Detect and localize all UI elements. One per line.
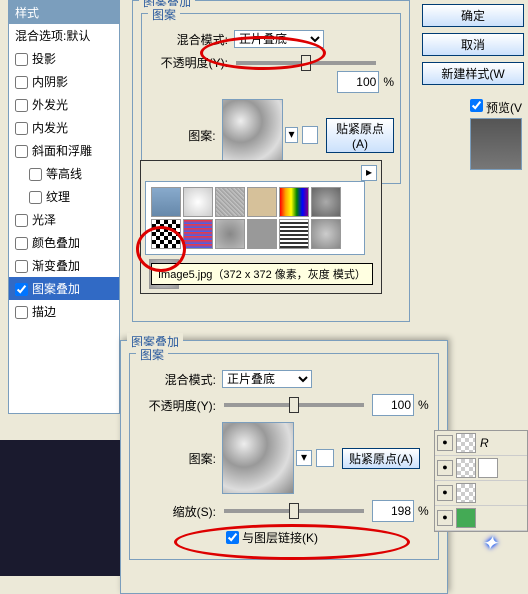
cb-outerglow[interactable] <box>15 99 28 112</box>
swatch-item[interactable] <box>247 219 277 249</box>
picker-arrow-icon[interactable]: ▾ <box>285 127 299 143</box>
style-satin[interactable]: 光泽 <box>9 208 119 231</box>
style-contour[interactable]: 等高线 <box>9 162 119 185</box>
opacity-label: 不透明度(Y): <box>148 54 228 71</box>
swatch-item[interactable] <box>215 187 245 217</box>
swatch-item[interactable] <box>183 219 213 249</box>
style-innershadow[interactable]: 内阴影 <box>9 70 119 93</box>
layer-thumb <box>456 508 476 528</box>
canvas-dark <box>0 440 120 576</box>
dialog-buttons: 确定 取消 新建样式(W <box>422 4 524 85</box>
mask-thumb <box>478 458 498 478</box>
styles-sidebar: 样式 混合选项:默认 投影 内阴影 外发光 内发光 斜面和浮雕 等高线 纹理 光… <box>8 0 120 414</box>
pattern-overlay-panel-2: 图案叠加 图案 混合模式:正片叠底 不透明度(Y):% 图案: ▾ 贴紧原点(A… <box>120 340 448 594</box>
style-outerglow[interactable]: 外发光 <box>9 93 119 116</box>
snap-origin-button[interactable]: 贴紧原点(A) <box>326 118 394 153</box>
cb-gradientoverlay[interactable] <box>15 260 28 273</box>
style-texture[interactable]: 纹理 <box>9 185 119 208</box>
popup-menu-icon[interactable]: ▸ <box>361 165 377 181</box>
swatch-item[interactable] <box>183 187 213 217</box>
cb-innershadow[interactable] <box>15 76 28 89</box>
layer-row[interactable]: ● <box>435 506 527 531</box>
swatch-item[interactable] <box>311 219 341 249</box>
watermark-logo: ✦ <box>481 531 498 556</box>
layer-thumb <box>456 433 476 453</box>
opacity-slider[interactable] <box>236 61 376 65</box>
cb-preview[interactable] <box>470 99 483 112</box>
swatch-item[interactable] <box>311 187 341 217</box>
panel2-subtitle: 图案 <box>136 346 168 363</box>
swatch-item[interactable] <box>151 219 181 249</box>
scale-slider[interactable] <box>224 509 364 513</box>
swatch-item[interactable] <box>279 219 309 249</box>
style-patternoverlay[interactable]: 图案叠加 <box>9 277 119 300</box>
layer-row[interactable]: ●R <box>435 431 527 456</box>
preview-box <box>470 118 522 170</box>
blend-label: 混合模式: <box>148 31 228 48</box>
layer-thumb <box>456 483 476 503</box>
style-bevel[interactable]: 斜面和浮雕 <box>9 139 119 162</box>
sidebar-header: 样式 <box>9 1 119 24</box>
style-coloroverlay[interactable]: 颜色叠加 <box>9 231 119 254</box>
new-pattern-icon[interactable] <box>302 126 318 144</box>
visibility-icon[interactable]: ● <box>437 460 453 476</box>
opacity-input-2[interactable] <box>372 394 414 416</box>
cb-bevel[interactable] <box>15 145 28 158</box>
style-innerglow[interactable]: 内发光 <box>9 116 119 139</box>
style-dropshadow[interactable]: 投影 <box>9 47 119 70</box>
pattern-label: 图案: <box>148 127 216 144</box>
visibility-icon[interactable]: ● <box>437 485 453 501</box>
pattern-picker-popup: ▸ Image5.jpg（372 x 372 像素，灰度 模式） <box>140 160 382 294</box>
swatch-item[interactable] <box>279 187 309 217</box>
new-pattern-icon-2[interactable] <box>316 449 334 467</box>
panel1-inner: 图案 混合模式:正片叠底 不透明度(Y): % 图案: ▾ 贴紧原点(A) <box>141 13 401 184</box>
scale-input[interactable] <box>372 500 414 522</box>
blend-options[interactable]: 混合选项:默认 <box>9 24 119 47</box>
cb-coloroverlay[interactable] <box>15 237 28 250</box>
style-gradientoverlay[interactable]: 渐变叠加 <box>9 254 119 277</box>
cb-dropshadow[interactable] <box>15 53 28 66</box>
cb-innerglow[interactable] <box>15 122 28 135</box>
cb-contour[interactable] <box>29 168 42 181</box>
cb-link-layer[interactable] <box>226 531 239 544</box>
picker-arrow-icon-2[interactable]: ▾ <box>296 450 312 466</box>
ok-button[interactable]: 确定 <box>422 4 524 27</box>
swatch-item[interactable] <box>215 219 245 249</box>
visibility-icon[interactable]: ● <box>437 435 453 451</box>
cancel-button[interactable]: 取消 <box>422 33 524 56</box>
layer-row[interactable]: ● <box>435 481 527 506</box>
swatch-item[interactable] <box>247 187 277 217</box>
swatch-tooltip: Image5.jpg（372 x 372 像素，灰度 模式） <box>151 263 373 285</box>
layer-thumb <box>456 458 476 478</box>
cb-texture[interactable] <box>29 191 42 204</box>
cb-patternoverlay[interactable] <box>15 283 28 296</box>
layer-row[interactable]: ● <box>435 456 527 481</box>
style-stroke[interactable]: 描边 <box>9 300 119 323</box>
new-style-button[interactable]: 新建样式(W <box>422 62 524 85</box>
cb-satin[interactable] <box>15 214 28 227</box>
blend-select[interactable]: 正片叠底 <box>234 30 324 48</box>
visibility-icon[interactable]: ● <box>437 510 453 526</box>
panel1-subtitle: 图案 <box>148 6 180 23</box>
pattern-swatch-2[interactable] <box>222 422 294 494</box>
swatch-grid <box>145 181 365 255</box>
blend-select-2[interactable]: 正片叠底 <box>222 370 312 388</box>
swatch-item[interactable] <box>151 187 181 217</box>
preview-checkbox-row: 预览(V <box>466 96 522 116</box>
snap-origin-button-2[interactable]: 贴紧原点(A) <box>342 448 420 469</box>
opacity-input[interactable] <box>337 71 379 93</box>
layers-panel: ●R ● ● ● <box>434 430 528 532</box>
opacity-slider-2[interactable] <box>224 403 364 407</box>
cb-stroke[interactable] <box>15 306 28 319</box>
panel2-inner: 图案 混合模式:正片叠底 不透明度(Y):% 图案: ▾ 贴紧原点(A) 缩放(… <box>129 353 439 560</box>
